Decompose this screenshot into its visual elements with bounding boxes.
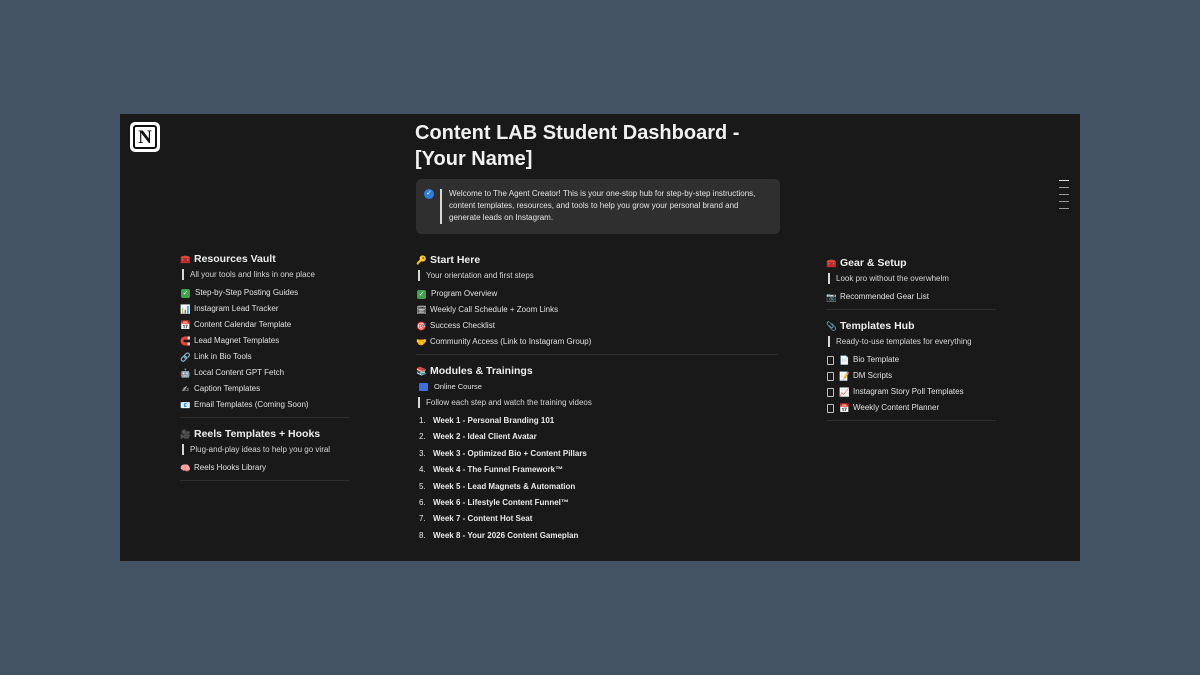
link-lead-tracker[interactable]: 📊 Instagram Lead Tracker xyxy=(180,301,360,317)
page-icon xyxy=(827,355,834,365)
resources-vault-heading[interactable]: 🧰 Resources Vault xyxy=(180,251,360,267)
link-gpt-fetch[interactable]: 🤖 Local Content GPT Fetch xyxy=(180,365,360,381)
brain-icon: 🧠 xyxy=(180,463,191,473)
link-program-overview[interactable]: ✓ Program Overview xyxy=(416,286,786,302)
link-lead-magnet-templates[interactable]: 🧲 Lead Magnet Templates xyxy=(180,333,360,349)
welcome-callout: ✓ Welcome to The Agent Creator! This is … xyxy=(416,179,780,234)
templates-subtitle: Ready-to-use templates for everything xyxy=(826,336,1006,352)
notion-logo-icon[interactable]: N xyxy=(130,122,160,152)
movie-camera-icon: 🎥 xyxy=(180,429,191,439)
link-caption-templates[interactable]: ✍ Caption Templates xyxy=(180,381,360,397)
templates-hub-heading[interactable]: 📎 Templates Hub xyxy=(826,318,1006,334)
middle-column: 🔑 Start Here Your orientation and first s… xyxy=(416,252,786,544)
page-icon xyxy=(827,403,834,413)
robot-icon: 🤖 xyxy=(180,368,191,378)
link-weekly-content-planner[interactable]: 📅 Weekly Content Planner xyxy=(826,400,1006,416)
online-course-link[interactable]: Online Course xyxy=(416,379,786,395)
document-icon: 📄 xyxy=(839,355,850,365)
notion-page: N Content LAB Student Dashboard - [Your … xyxy=(120,114,1080,561)
toolbox-icon: 🧰 xyxy=(826,258,837,268)
calendar-icon: 📅 xyxy=(839,403,850,413)
list-item-week-6[interactable]: 6. Week 6 - Lifestyle Content Funnel™ xyxy=(416,495,786,511)
writing-hand-icon: ✍ xyxy=(181,384,190,394)
divider xyxy=(180,480,350,481)
list-item-week-4[interactable]: 4. Week 4 - The Funnel Framework™ xyxy=(416,462,786,478)
link-community-access[interactable]: 🤝 Community Access (Link to Instagram Gro… xyxy=(416,334,786,350)
link-success-checklist[interactable]: 🎯 Success Checklist xyxy=(416,318,786,334)
target-icon: 🎯 xyxy=(416,321,427,331)
divider xyxy=(416,354,778,355)
modules-subtitle: Follow each step and watch the training … xyxy=(416,397,786,413)
magnet-icon: 🧲 xyxy=(180,336,191,346)
gear-setup-heading[interactable]: 🧰 Gear & Setup xyxy=(826,255,1006,271)
check-icon: ✓ xyxy=(181,288,190,298)
list-item-week-1[interactable]: 1. Week 1 - Personal Branding 101 xyxy=(416,413,786,429)
page-title: Content LAB Student Dashboard - [Your Na… xyxy=(415,122,740,170)
memo-icon: 📝 xyxy=(839,371,850,381)
link-email-templates[interactable]: 📧 Email Templates (Coming Soon) xyxy=(180,397,360,413)
link-posting-guides[interactable]: ✓ Step-by-Step Posting Guides xyxy=(180,285,360,301)
camera-icon: 📷 xyxy=(826,292,837,302)
calendar-icon: 📅 xyxy=(180,320,191,330)
callout-text: Welcome to The Agent Creator! This is yo… xyxy=(449,189,756,222)
reels-templates-heading[interactable]: 🎥 Reels Templates + Hooks xyxy=(180,426,360,442)
list-item-week-5[interactable]: 5. Week 5 - Lead Magnets & Automation xyxy=(416,479,786,495)
divider xyxy=(180,417,350,418)
start-subtitle: Your orientation and first steps xyxy=(416,270,786,286)
toolbox-icon: 🧰 xyxy=(180,254,191,264)
table-of-contents-indicator[interactable] xyxy=(1059,180,1069,215)
divider xyxy=(826,420,996,421)
calendar-icon: 🗓 xyxy=(416,305,427,315)
link-recommended-gear[interactable]: 📷 Recommended Gear List xyxy=(826,289,1006,305)
check-badge-icon: ✓ xyxy=(424,189,434,199)
divider xyxy=(826,309,996,310)
chart-up-icon: 📈 xyxy=(839,387,850,397)
check-icon: ✓ xyxy=(417,289,426,299)
link-bio-tools[interactable]: 🔗 Link in Bio Tools xyxy=(180,349,360,365)
link-dm-scripts[interactable]: 📝 DM Scripts xyxy=(826,368,1006,384)
chart-icon: 📊 xyxy=(180,304,191,314)
resources-subtitle: All your tools and links in one place xyxy=(180,269,360,285)
link-reels-hooks-library[interactable]: 🧠 Reels Hooks Library xyxy=(180,460,360,476)
course-icon xyxy=(419,383,428,391)
link-weekly-call-schedule[interactable]: 🗓 Weekly Call Schedule + Zoom Links xyxy=(416,302,786,318)
quote-bar xyxy=(440,189,442,224)
reels-subtitle: Plug-and-play ideas to help you go viral xyxy=(180,444,360,460)
books-icon: 📚 xyxy=(416,366,427,376)
right-column: 🧰 Gear & Setup Look pro without the overw… xyxy=(826,255,1006,429)
handshake-icon: 🤝 xyxy=(416,337,427,347)
list-item-week-2[interactable]: 2. Week 2 - Ideal Client Avatar xyxy=(416,429,786,445)
page-icon xyxy=(827,387,834,397)
link-content-calendar[interactable]: 📅 Content Calendar Template xyxy=(180,317,360,333)
page-icon xyxy=(827,371,834,381)
gear-subtitle: Look pro without the overwhelm xyxy=(826,273,1006,289)
list-item-week-7[interactable]: 7. Week 7 - Content Hot Seat xyxy=(416,511,786,527)
list-item-week-8[interactable]: 8. Week 8 - Your 2026 Content Gameplan xyxy=(416,528,786,544)
email-icon: 📧 xyxy=(180,400,191,410)
list-item-week-3[interactable]: 3. Week 3 - Optimized Bio + Content Pilla… xyxy=(416,446,786,462)
modules-trainings-heading[interactable]: 📚 Modules & Trainings xyxy=(416,363,786,379)
link-icon: 🔗 xyxy=(180,352,191,362)
key-icon: 🔑 xyxy=(416,255,427,265)
link-story-poll-templates[interactable]: 📈 Instagram Story Poll Templates xyxy=(826,384,1006,400)
start-here-heading[interactable]: 🔑 Start Here xyxy=(416,252,786,268)
link-bio-template[interactable]: 📄 Bio Template xyxy=(826,352,1006,368)
paperclip-icon: 📎 xyxy=(826,321,837,331)
left-column: 🧰 Resources Vault All your tools and link… xyxy=(180,251,360,489)
